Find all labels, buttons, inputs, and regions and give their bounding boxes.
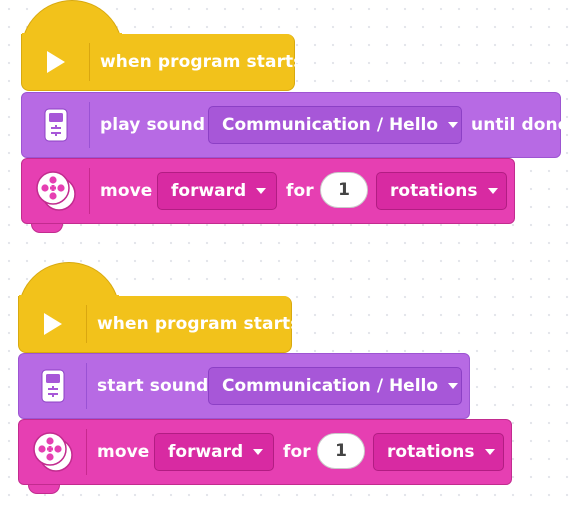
until-done-label: until done <box>471 115 570 135</box>
amount-input[interactable]: 1 <box>317 433 365 469</box>
chevron-down-icon <box>487 188 498 194</box>
block-separator <box>89 168 90 214</box>
chevron-down-icon <box>256 188 267 194</box>
hat-icon-area <box>19 296 87 352</box>
move-icon-area <box>19 420 87 484</box>
motor-pair-icon <box>33 432 73 472</box>
hat-icon-area <box>22 34 90 90</box>
play-sound-block[interactable]: play sound Communication / Hello until d… <box>21 92 569 158</box>
sound-icon-area <box>19 354 87 418</box>
hub-speaker-icon <box>41 369 65 403</box>
play-sound-label: play sound <box>100 115 206 135</box>
chevron-down-icon <box>253 449 264 455</box>
move-icon-area <box>22 159 90 223</box>
direction-dropdown-value: forward <box>171 181 247 201</box>
move-label: move <box>100 181 153 201</box>
hat-join <box>19 295 119 298</box>
direction-dropdown[interactable]: forward <box>157 172 277 210</box>
sound-dropdown[interactable]: Communication / Hello <box>208 106 462 144</box>
when-program-starts-block[interactable]: when program starts <box>18 296 300 353</box>
motor-pair-icon <box>36 171 76 211</box>
direction-dropdown[interactable]: forward <box>154 433 274 471</box>
hub-speaker-icon <box>44 108 68 142</box>
block-separator <box>86 429 87 475</box>
chevron-down-icon <box>448 122 459 128</box>
block-separator <box>86 363 87 409</box>
unit-dropdown-value: rotations <box>387 442 475 462</box>
move-block[interactable]: move forward for 1 rotations <box>21 158 515 224</box>
play-icon <box>44 313 62 335</box>
sound-dropdown[interactable]: Communication / Hello <box>208 367 462 405</box>
move-block[interactable]: move forward for 1 rotations <box>18 419 512 485</box>
start-sound-block[interactable]: start sound Communication / Hello <box>18 353 470 419</box>
sound-dropdown-value: Communication / Hello <box>222 115 439 135</box>
hat-label: when program starts <box>100 52 304 72</box>
block-notch <box>31 224 63 233</box>
start-sound-label: start sound <box>97 376 209 396</box>
play-icon <box>47 51 65 73</box>
block-separator <box>86 305 87 343</box>
chevron-down-icon <box>484 449 495 455</box>
hat-join <box>22 33 122 36</box>
chevron-down-icon <box>448 383 459 389</box>
block-separator <box>89 102 90 148</box>
for-label: for <box>286 181 314 201</box>
unit-dropdown[interactable]: rotations <box>376 172 507 210</box>
for-label: for <box>283 442 311 462</box>
amount-input[interactable]: 1 <box>320 172 368 208</box>
hat-label: when program starts <box>97 314 301 334</box>
when-program-starts-block[interactable]: when program starts <box>21 34 303 91</box>
sound-dropdown-value: Communication / Hello <box>222 376 439 396</box>
direction-dropdown-value: forward <box>168 442 244 462</box>
unit-dropdown-value: rotations <box>390 181 478 201</box>
move-label: move <box>97 442 150 462</box>
unit-dropdown[interactable]: rotations <box>373 433 504 471</box>
block-notch <box>28 485 60 494</box>
block-separator <box>89 43 90 81</box>
sound-icon-area <box>22 93 90 157</box>
